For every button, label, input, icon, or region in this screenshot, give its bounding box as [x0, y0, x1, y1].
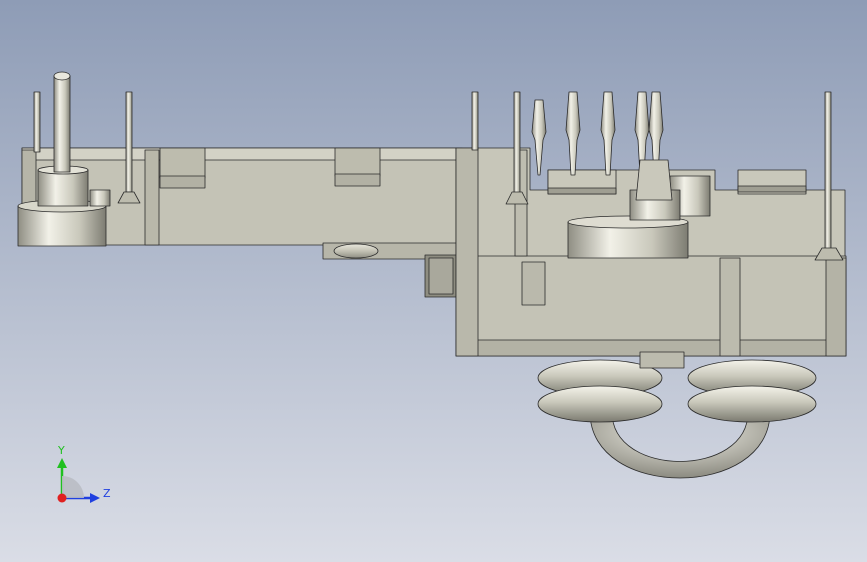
left-arm-notch — [159, 147, 206, 179]
right-pin-1 — [471, 91, 479, 151]
terminal-box-1-band — [547, 187, 617, 195]
left-boss-neck — [37, 169, 89, 207]
fork-terminal-stem — [635, 159, 673, 201]
left-arm-notch-2-lower — [334, 173, 381, 187]
left-pin-cap — [53, 71, 71, 81]
right-housing-left-wall — [455, 147, 479, 357]
left-boss-step — [89, 189, 111, 207]
z-axis-label: Z — [103, 487, 111, 500]
left-arm-top-face — [21, 147, 463, 161]
left-pin-b — [125, 91, 133, 193]
left-arm-rib — [144, 149, 160, 246]
left-pin-shaft — [53, 75, 71, 173]
left-arm-notch-lower — [159, 175, 206, 189]
mid-side-tab-face — [428, 257, 454, 295]
terminal-box-2-band — [737, 185, 807, 193]
x-axis-dot — [57, 493, 67, 503]
left-pin-a — [33, 91, 41, 153]
coil-turn-right-2 — [687, 385, 817, 423]
right-housing-rib-2 — [719, 257, 741, 357]
model-view: Y Z — [0, 0, 867, 562]
left-arm-notch-2 — [334, 147, 381, 177]
mid-lower-ellipse — [333, 243, 379, 259]
right-pin-2 — [513, 91, 521, 197]
right-housing-right-end — [825, 257, 847, 357]
right-housing-slot — [521, 261, 546, 306]
y-axis-label: Y — [57, 444, 65, 457]
coil-mount — [639, 351, 685, 369]
cad-viewport[interactable]: Y Z — [0, 0, 867, 562]
coil-turn-left-2 — [537, 385, 663, 423]
right-pin-3 — [824, 91, 832, 253]
